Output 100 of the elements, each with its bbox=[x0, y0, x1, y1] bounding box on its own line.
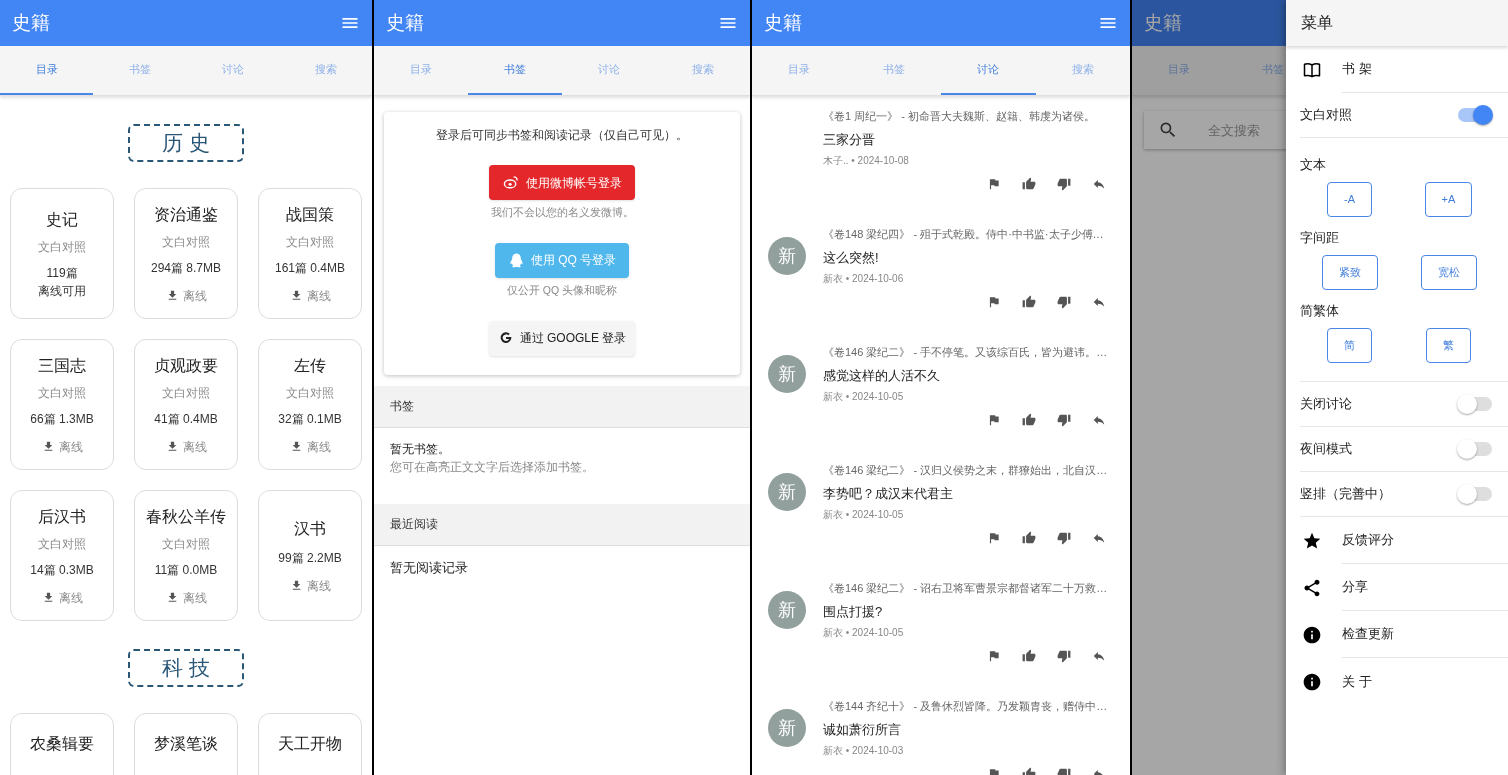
login-button[interactable]: 通过 GOOGLE 登录 bbox=[489, 320, 635, 356]
offline-button[interactable]: 离线 bbox=[289, 437, 331, 456]
comment-meta: 新衣 • 2024-10-05 bbox=[823, 508, 905, 522]
book-card[interactable]: 战国策 文白对照 161篇 0.4MB 离线 bbox=[258, 188, 362, 319]
comment-meta: 新衣 • 2024-10-03 bbox=[823, 744, 905, 758]
login-button[interactable]: 使用微博帐号登录 bbox=[489, 165, 635, 200]
toggle-switch[interactable] bbox=[1457, 393, 1493, 415]
empty-message: 暂无阅读记录 bbox=[390, 558, 469, 577]
tab[interactable]: 目录 bbox=[374, 46, 468, 95]
book-title: 农桑辑要 bbox=[30, 734, 94, 754]
tab[interactable]: 目录 bbox=[752, 46, 847, 95]
tab[interactable]: 书签 bbox=[93, 46, 186, 95]
flag-icon[interactable] bbox=[987, 295, 1001, 309]
offline-button[interactable]: 离线 bbox=[165, 588, 207, 607]
flag-icon[interactable] bbox=[987, 531, 1001, 545]
drawer-title: 菜单 bbox=[1301, 13, 1333, 33]
tab[interactable]: 目录 bbox=[0, 46, 93, 95]
comment-text: 李势吧？成汉末代君主 bbox=[823, 484, 954, 503]
option-button[interactable]: 宽松 bbox=[1420, 255, 1477, 290]
menu-item[interactable]: 关 于 bbox=[1286, 658, 1508, 705]
tab[interactable]: 讨论 bbox=[941, 46, 1036, 95]
setting-label: 夜间模式 bbox=[1300, 440, 1352, 459]
app-title: 史籍 bbox=[386, 10, 424, 35]
offline-button[interactable]: 离线 bbox=[289, 286, 331, 305]
book-title: 春秋公羊传 bbox=[146, 506, 226, 527]
comment-text: 诚如萧衍所言 bbox=[823, 720, 902, 739]
reply-icon[interactable] bbox=[1092, 177, 1106, 191]
book-card[interactable]: 汉书 99篇 2.2MB 离线 bbox=[258, 490, 362, 621]
toggle-switch[interactable] bbox=[1457, 438, 1493, 460]
flag-icon[interactable] bbox=[987, 413, 1001, 427]
book-stats: 14篇 0.3MB bbox=[30, 561, 94, 579]
avatar: 新 bbox=[768, 473, 806, 511]
menu-item[interactable]: 反馈评分 bbox=[1286, 517, 1508, 564]
toggle-switch[interactable] bbox=[1457, 104, 1493, 126]
book-card[interactable]: 左传 文白对照 32篇 0.1MB 离线 bbox=[258, 339, 362, 470]
book-subtitle: 文白对照 bbox=[162, 233, 210, 251]
book-card[interactable]: 春秋公羊传 文白对照 11篇 0.0MB 离线 bbox=[134, 490, 238, 621]
thumbs-up-icon[interactable] bbox=[1022, 177, 1036, 191]
book-stats: 99篇 2.2MB bbox=[278, 549, 342, 567]
thumbs-down-icon[interactable] bbox=[1057, 177, 1071, 191]
offline-button[interactable]: 离线 bbox=[165, 437, 207, 456]
reply-icon[interactable] bbox=[1092, 531, 1106, 545]
book-card[interactable]: 贞观政要 文白对照 41篇 0.4MB 离线 bbox=[134, 339, 238, 470]
book-card[interactable]: 史记 文白对照 119篇 离线可用 bbox=[10, 188, 114, 319]
thumbs-up-icon[interactable] bbox=[1022, 531, 1036, 545]
offline-button[interactable]: 离线 bbox=[41, 437, 83, 456]
quoted-source: 《卷146 梁纪二》 - 手不停笔。又该综百氏，皆为避讳。… bbox=[823, 345, 1108, 360]
thumbs-up-icon[interactable] bbox=[1022, 413, 1036, 427]
login-button[interactable]: 使用 QQ 号登录 bbox=[495, 242, 629, 278]
option-button[interactable]: +A bbox=[1424, 182, 1473, 217]
reply-icon[interactable] bbox=[1092, 649, 1106, 663]
thumbs-up-icon[interactable] bbox=[1022, 649, 1036, 663]
setting-label: 关闭讨论 bbox=[1300, 395, 1352, 414]
flag-icon[interactable] bbox=[987, 649, 1001, 663]
book-subtitle: 文白对照 bbox=[38, 238, 86, 256]
thumbs-down-icon[interactable] bbox=[1057, 649, 1071, 663]
book-title: 史记 bbox=[46, 209, 78, 230]
book-subtitle: 文白对照 bbox=[286, 384, 334, 402]
thumbs-up-icon[interactable] bbox=[1022, 295, 1036, 309]
book-card[interactable]: 三国志 文白对照 66篇 1.3MB 离线 bbox=[10, 339, 114, 470]
offline-button[interactable]: 离线 bbox=[289, 576, 331, 595]
book-stats: 161篇 0.4MB bbox=[274, 259, 345, 277]
avatar: 新 bbox=[768, 709, 806, 747]
list-header: 最近阅读 bbox=[390, 516, 438, 533]
offline-button[interactable]: 离线 bbox=[165, 286, 207, 305]
option-button[interactable]: 紧致 bbox=[1321, 255, 1378, 290]
thumbs-down-icon[interactable] bbox=[1057, 413, 1071, 427]
book-card[interactable]: 后汉书 文白对照 14篇 0.3MB 离线 bbox=[10, 490, 114, 621]
section-title: 历 史 bbox=[128, 124, 244, 162]
reply-icon[interactable] bbox=[1092, 413, 1106, 427]
flag-icon[interactable] bbox=[987, 177, 1001, 191]
setting-label: 字间距 bbox=[1300, 230, 1339, 245]
book-subtitle: 文白对照 bbox=[38, 384, 86, 402]
book-title: 战国策 bbox=[286, 204, 334, 225]
reply-icon[interactable] bbox=[1092, 295, 1106, 309]
book-card[interactable]: 农桑辑要 bbox=[10, 713, 114, 775]
menu-item[interactable]: 分享 bbox=[1286, 564, 1508, 611]
app-title: 史籍 bbox=[764, 10, 802, 35]
book-card[interactable]: 梦溪笔谈 bbox=[134, 713, 238, 775]
toggle-switch[interactable] bbox=[1457, 483, 1493, 505]
menu-item[interactable]: 书 架 bbox=[1286, 46, 1508, 93]
book-stats: 119篇 bbox=[46, 264, 78, 282]
option-button[interactable]: -A bbox=[1327, 182, 1372, 217]
thumbs-down-icon[interactable] bbox=[1057, 295, 1071, 309]
book-stats: 294篇 8.7MB bbox=[150, 259, 221, 277]
comment-text: 感觉这样的人活不久 bbox=[823, 366, 941, 385]
login-intro: 登录后可同步书签和阅读记录（仅自己可见）。 bbox=[436, 127, 688, 144]
book-card[interactable]: 天工开物 bbox=[258, 713, 362, 775]
menu-item[interactable]: 检查更新 bbox=[1286, 611, 1508, 658]
setting-label: 文白对照 bbox=[1300, 106, 1352, 125]
tab[interactable]: 书签 bbox=[846, 46, 941, 95]
book-title: 贞观政要 bbox=[154, 355, 218, 376]
book-card[interactable]: 资治通鉴 文白对照 294篇 8.7MB 离线 bbox=[134, 188, 238, 319]
penguin-logo-icon bbox=[507, 251, 525, 269]
thumbs-down-icon[interactable] bbox=[1057, 531, 1071, 545]
option-button[interactable]: 繁 bbox=[1426, 328, 1471, 363]
offline-button[interactable]: 离线 bbox=[41, 588, 83, 607]
empty-message: 暂无书签。 bbox=[390, 440, 451, 458]
option-button[interactable]: 简 bbox=[1327, 328, 1372, 363]
tab[interactable]: 书签 bbox=[468, 46, 562, 95]
